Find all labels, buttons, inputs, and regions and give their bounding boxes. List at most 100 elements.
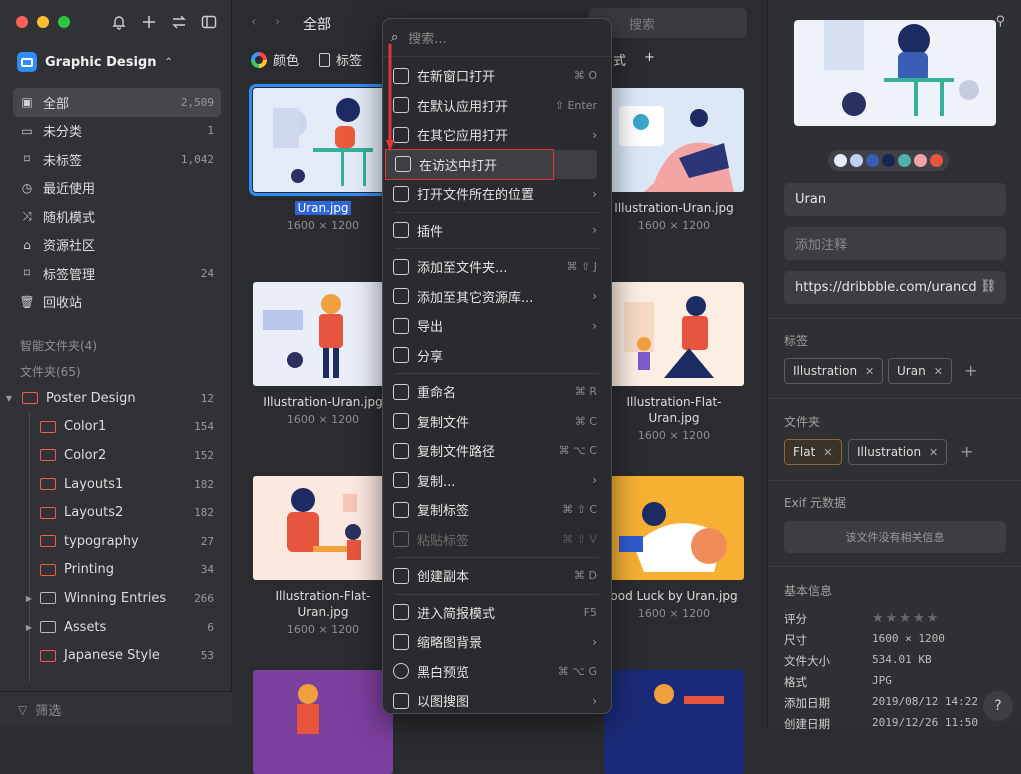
- name-field[interactable]: Uran: [784, 183, 1006, 216]
- menu-item-grayscale[interactable]: 黑白预览 ⌘ ⌥ G: [383, 657, 611, 687]
- menu-item-open-new-window[interactable]: 在新窗口打开 ⌘ O: [383, 61, 611, 91]
- menu-item-open-other-app[interactable]: 在其它应用打开 ›: [383, 120, 611, 150]
- grid-item[interactable]: [604, 670, 744, 774]
- swatch[interactable]: [930, 154, 943, 167]
- folder-layouts2[interactable]: Layouts2 182: [0, 498, 232, 527]
- menu-item-share[interactable]: 分享: [383, 341, 611, 371]
- minimize-window-button[interactable]: [37, 16, 49, 28]
- pin-icon[interactable]: ⚲: [995, 14, 1005, 29]
- menu-item-copy-tags[interactable]: 复制标签 ⌘ ⇧ C: [383, 495, 611, 525]
- menu-item-open-default-app[interactable]: 在默认应用打开 ⇧ Enter: [383, 91, 611, 121]
- sidebar-item-all[interactable]: ▣ 全部 2,509: [13, 88, 221, 117]
- grid-item[interactable]: [253, 670, 393, 774]
- folder-printing[interactable]: Printing 34: [0, 556, 232, 585]
- grid-item[interactable]: ood Luck by Uran.jpg 1600 × 1200: [604, 476, 744, 620]
- folder-winning-entries[interactable]: ▶ Winning Entries 266: [0, 584, 232, 613]
- sidebar-item-uncategorized[interactable]: ▭ 未分类 1: [13, 117, 221, 146]
- close-icon[interactable]: ✕: [929, 446, 938, 459]
- sidebar-item-untagged[interactable]: ⌑ 未标签 1,042: [13, 145, 221, 174]
- chevron-down-icon[interactable]: ▼: [4, 394, 14, 403]
- close-window-button[interactable]: [16, 16, 28, 28]
- menu-item-add-to-library[interactable]: 添加至其它资源库... ›: [383, 282, 611, 312]
- tag-chip[interactable]: Uran ✕: [888, 358, 952, 384]
- swap-icon[interactable]: [170, 12, 188, 32]
- swatch[interactable]: [850, 154, 863, 167]
- menu-item-plugins[interactable]: 插件 ›: [383, 216, 611, 246]
- tag-filter-label[interactable]: 标签: [336, 50, 362, 69]
- swatch[interactable]: [914, 154, 927, 167]
- rating-stars[interactable]: ★★★★★: [872, 611, 940, 627]
- sidebar-item-trash[interactable]: 🗑 回收站: [13, 288, 221, 317]
- swatch[interactable]: [866, 154, 879, 167]
- folders-header[interactable]: 文件夹(65): [20, 363, 81, 380]
- menu-item-copy-file[interactable]: 复制文件 ⌘ C: [383, 407, 611, 437]
- forward-icon[interactable]: ›: [275, 14, 281, 30]
- thumbnail-image[interactable]: [604, 476, 744, 580]
- tag-chip[interactable]: Illustration ✕: [784, 358, 884, 384]
- menu-search-input[interactable]: ⌕ 搜索...: [383, 19, 611, 57]
- menu-item-thumb-background[interactable]: 缩略图背景 ›: [383, 627, 611, 657]
- help-button[interactable]: ?: [983, 691, 1013, 721]
- menu-item-copy-more[interactable]: 复制... ›: [383, 466, 611, 496]
- folder-layouts1[interactable]: Layouts1 182: [0, 470, 232, 499]
- swatch[interactable]: [898, 154, 911, 167]
- back-icon[interactable]: ‹: [251, 14, 257, 30]
- thumbnail-image[interactable]: [249, 84, 397, 196]
- close-icon[interactable]: ✕: [865, 365, 874, 378]
- grid-item[interactable]: Uran.jpg 1600 × 1200: [249, 84, 397, 232]
- thumbnail-image[interactable]: [604, 282, 744, 386]
- grid-item[interactable]: Illustration-Uran.jpg 1600 × 1200: [604, 88, 744, 232]
- color-wheel-icon[interactable]: [251, 51, 267, 68]
- bell-icon[interactable]: [110, 12, 128, 32]
- close-icon[interactable]: ✕: [823, 446, 832, 459]
- smart-folders-header[interactable]: 智能文件夹(4): [20, 337, 97, 354]
- menu-item-duplicate[interactable]: 创建副本 ⌘ D: [383, 561, 611, 591]
- menu-item-add-to-folder[interactable]: 添加至文件夹... ⌘ ⇧ J: [383, 252, 611, 282]
- add-folder-icon[interactable]: +: [960, 442, 973, 461]
- link-icon[interactable]: ⛓: [980, 279, 997, 294]
- menu-item-reveal-location[interactable]: 打开文件所在的位置 ›: [383, 179, 611, 209]
- sidebar-item-random[interactable]: ⤨ 随机模式: [13, 202, 221, 231]
- thumbnail-image[interactable]: [604, 88, 744, 192]
- add-tag-icon[interactable]: +: [964, 361, 977, 380]
- grid-item[interactable]: Illustration-Uran.jpg 1600 × 1200: [253, 282, 393, 426]
- preview-image[interactable]: [794, 20, 996, 126]
- grid-item[interactable]: Illustration-Flat-Uran.jpg 1600 × 1200: [604, 282, 744, 442]
- menu-item-open-in-finder[interactable]: 在访达中打开: [385, 149, 597, 179]
- filter-bar[interactable]: ▽ 筛选: [0, 691, 232, 727]
- menu-item-copy-path[interactable]: 复制文件路径 ⌘ ⌥ C: [383, 436, 611, 466]
- sidebar-toggle-icon[interactable]: [200, 12, 218, 32]
- folder-typography[interactable]: typography 27: [0, 527, 232, 556]
- folder-color1[interactable]: Color1 154: [0, 413, 232, 442]
- swatch[interactable]: [834, 154, 847, 167]
- filter-tail-label[interactable]: 式: [613, 50, 626, 69]
- color-filter-label[interactable]: 颜色: [273, 50, 299, 69]
- sidebar-item-tags[interactable]: ⌑ 标签管理 24: [13, 259, 221, 288]
- thumbnail-image[interactable]: [253, 670, 393, 774]
- menu-item-image-search[interactable]: 以图搜图 ›: [383, 686, 611, 713]
- thumbnail-image[interactable]: [604, 670, 744, 774]
- plus-icon[interactable]: [140, 12, 158, 32]
- url-field[interactable]: https://dribbble.com/urancd: [784, 271, 1006, 304]
- sidebar-item-community[interactable]: ⌂ 资源社区: [13, 231, 221, 260]
- swatch[interactable]: [882, 154, 895, 167]
- search-input[interactable]: 搜索: [589, 8, 747, 38]
- library-switcher[interactable]: Graphic Design ⌃: [17, 52, 173, 72]
- menu-item-export[interactable]: 导出 ›: [383, 311, 611, 341]
- thumbnail-image[interactable]: [253, 282, 393, 386]
- thumbnail-image[interactable]: [253, 476, 393, 580]
- sidebar-item-recent[interactable]: ◷ 最近使用: [13, 174, 221, 203]
- folder-chip[interactable]: Flat ✕: [784, 439, 842, 465]
- menu-item-rename[interactable]: 重命名 ⌘ R: [383, 377, 611, 407]
- close-icon[interactable]: ✕: [934, 365, 943, 378]
- folder-poster-design[interactable]: ▼ Poster Design 12: [0, 384, 232, 413]
- menu-item-presentation[interactable]: 进入简报模式 F5: [383, 598, 611, 628]
- chevron-right-icon[interactable]: ▶: [24, 623, 34, 632]
- chevron-right-icon[interactable]: ▶: [24, 594, 34, 603]
- grid-item[interactable]: Illustration-Flat-Uran.jpg 1600 × 1200: [253, 476, 393, 636]
- zoom-window-button[interactable]: [58, 16, 70, 28]
- folder-color2[interactable]: Color2 152: [0, 441, 232, 470]
- folder-japanese-style[interactable]: Japanese Style 53: [0, 641, 232, 670]
- add-filter-icon[interactable]: +: [644, 50, 655, 69]
- folder-chip[interactable]: Illustration ✕: [848, 439, 948, 465]
